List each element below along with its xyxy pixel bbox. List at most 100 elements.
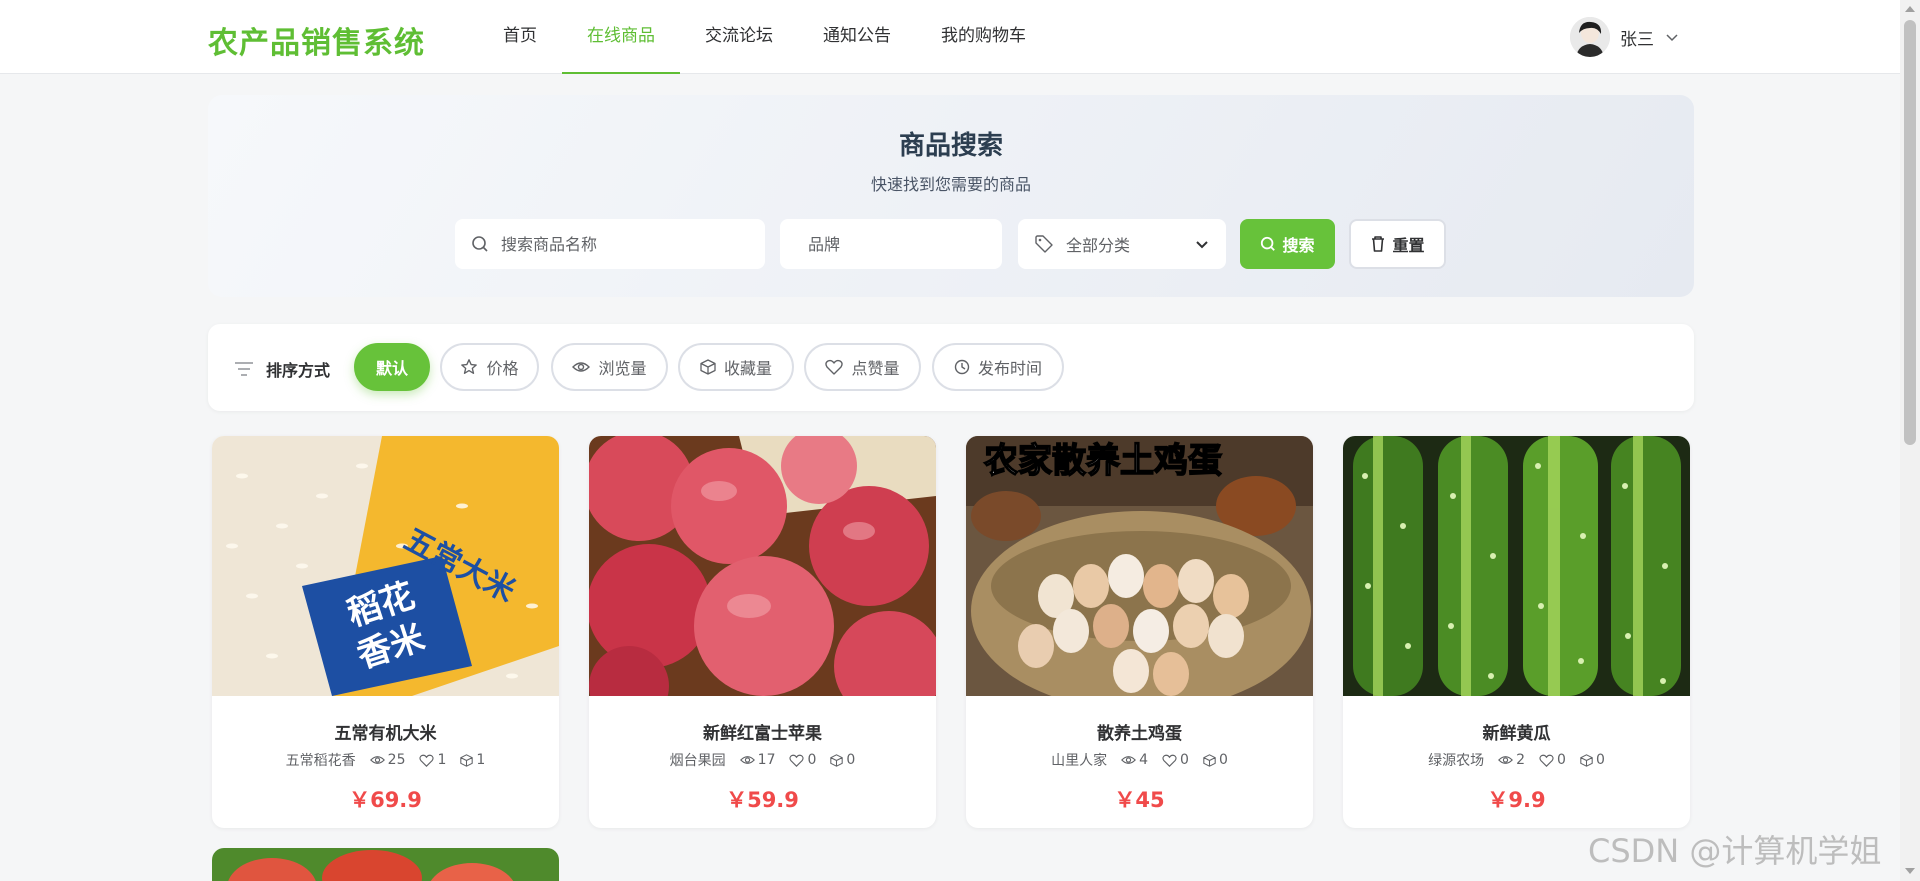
nav-forum[interactable]: 交流论坛 — [680, 0, 798, 74]
search-panel: 商品搜索 快速找到您需要的商品 全部分类 搜索 重置 — [208, 95, 1694, 297]
product-name[interactable]: 新鲜红富士苹果 — [589, 719, 936, 744]
eye-icon — [1498, 756, 1514, 764]
sort-favorites-label: 收藏量 — [723, 359, 772, 378]
product-price: ￥45 — [1114, 788, 1165, 812]
eye-icon — [1121, 756, 1137, 764]
search-subtitle: 快速找到您需要的商品 — [870, 175, 1031, 194]
scroll-down-arrow-icon[interactable] — [1905, 868, 1915, 874]
heart-icon — [1539, 754, 1554, 767]
search-button-label: 搜索 — [1282, 236, 1315, 255]
favorite-count: 0 — [846, 752, 856, 768]
sort-views-chip[interactable]: 浏览量 — [551, 343, 668, 391]
product-name-input[interactable] — [501, 234, 701, 254]
like-count: 1 — [437, 752, 447, 768]
trash-icon — [1372, 236, 1385, 252]
box-icon — [1203, 753, 1216, 767]
scrollbar-thumb[interactable] — [1904, 20, 1916, 445]
box-icon — [460, 753, 474, 767]
product-image[interactable]: 农家散养土鸡蛋 — [966, 436, 1313, 696]
category-select[interactable]: 全部分类 — [1018, 219, 1226, 269]
product-name[interactable]: 散养土鸡蛋 — [966, 719, 1313, 744]
brand-input[interactable] — [808, 234, 1008, 254]
nav-products[interactable]: 在线商品 — [562, 0, 680, 74]
product-card-partial[interactable] — [212, 848, 559, 881]
page-scrollbar[interactable] — [1900, 0, 1920, 881]
search-button[interactable]: 搜索 — [1240, 219, 1335, 269]
product-image[interactable] — [1343, 436, 1690, 696]
product-meta: 山里人家 4 0 0 — [966, 750, 1313, 770]
sort-price-label: 价格 — [486, 359, 519, 378]
sort-bar: 排序方式 默认 价格 浏览量 收藏量 点赞量 发布时间 — [208, 324, 1694, 411]
product-brand: 绿源农场 — [1428, 753, 1485, 769]
favorite-count: 0 — [1595, 752, 1605, 768]
favorite-count: 0 — [1218, 752, 1228, 768]
product-meta: 绿源农场 2 0 0 — [1343, 750, 1690, 770]
product-name-field[interactable] — [455, 219, 765, 269]
search-title: 商品搜索 — [898, 131, 1003, 161]
product-card[interactable]: 新鲜黄瓜 绿源农场 2 0 0 ￥9.9 — [1343, 436, 1690, 828]
chevron-down-icon[interactable] — [1664, 29, 1680, 45]
product-card[interactable]: 新鲜红富士苹果 烟台果园 17 0 0 ￥59.9 — [589, 436, 936, 828]
product-image[interactable] — [589, 436, 936, 696]
product-brand: 五常稻花香 — [285, 753, 356, 769]
category-value: 全部分类 — [1066, 236, 1131, 255]
nav-home[interactable]: 首页 — [478, 0, 562, 74]
like-count: 0 — [1180, 752, 1189, 768]
view-count: 17 — [757, 752, 776, 768]
view-count: 25 — [387, 752, 406, 768]
reset-button[interactable]: 重置 — [1349, 219, 1446, 269]
eye-icon — [572, 362, 591, 372]
chevron-down-icon — [1196, 241, 1208, 249]
site-logo[interactable]: 农产品销售系统 — [208, 18, 425, 62]
product-card[interactable]: 五常大米 稻花 香米 五常有机大米 五常稻花香 25 1 1 ￥69.9 — [212, 436, 559, 828]
heart-icon — [419, 754, 435, 767]
avatar[interactable] — [1570, 17, 1610, 57]
nav-cart[interactable]: 我的购物车 — [916, 0, 1051, 74]
box-icon — [700, 359, 716, 375]
product-price: ￥69.9 — [349, 788, 422, 812]
user-menu[interactable]: 张三 — [1570, 17, 1680, 57]
tag-icon — [1035, 235, 1053, 253]
product-brand: 山里人家 — [1051, 753, 1108, 769]
product-price: ￥59.9 — [726, 788, 799, 812]
sort-likes-label: 点赞量 — [851, 359, 900, 378]
product-meta: 烟台果园 17 0 0 — [589, 750, 936, 770]
clock-icon — [954, 359, 970, 375]
sort-default-chip[interactable]: 默认 — [354, 343, 430, 391]
product-name[interactable]: 新鲜黄瓜 — [1343, 719, 1690, 744]
product-image[interactable]: 五常大米 稻花 香米 — [212, 436, 559, 696]
heart-icon — [1162, 754, 1177, 767]
nav-announcements[interactable]: 通知公告 — [798, 0, 916, 74]
sort-time-chip[interactable]: 发布时间 — [932, 343, 1064, 391]
heart-icon — [789, 754, 805, 767]
filter-icon — [235, 362, 253, 376]
star-icon — [461, 359, 478, 374]
product-card[interactable]: 农家散养土鸡蛋 散养土鸡蛋 山里人家 4 0 0 ￥45 — [966, 436, 1313, 828]
like-count: 0 — [1557, 752, 1566, 768]
user-name[interactable]: 张三 — [1620, 25, 1654, 50]
sort-favorites-chip[interactable]: 收藏量 — [678, 343, 794, 391]
product-brand: 烟台果园 — [669, 753, 726, 769]
search-icon — [472, 236, 488, 252]
egg-image-label: 农家散养土鸡蛋 — [984, 441, 1222, 481]
sort-views-label: 浏览量 — [598, 359, 647, 378]
main-nav: 首页 在线商品 交流论坛 通知公告 我的购物车 — [478, 0, 1051, 74]
brand-field[interactable] — [780, 219, 1008, 269]
favorite-count: 1 — [476, 752, 486, 768]
sort-time-label: 发布时间 — [977, 359, 1042, 378]
watermark: CSDN @计算机学姐 — [1588, 832, 1882, 870]
sort-label: 排序方式 — [234, 357, 330, 381]
scroll-up-arrow-icon[interactable] — [1905, 6, 1915, 12]
sort-likes-chip[interactable]: 点赞量 — [804, 343, 921, 391]
product-name[interactable]: 五常有机大米 — [212, 719, 559, 744]
view-count: 4 — [1139, 752, 1149, 768]
sort-price-chip[interactable]: 价格 — [440, 343, 539, 391]
product-price: ￥9.9 — [1487, 788, 1546, 812]
sort-label-text: 排序方式 — [266, 361, 331, 380]
eye-icon — [369, 756, 385, 764]
box-icon — [830, 753, 844, 767]
view-count: 2 — [1516, 752, 1526, 768]
product-meta: 五常稻花香 25 1 1 — [212, 750, 559, 770]
reset-button-label: 重置 — [1392, 236, 1425, 255]
top-header: 农产品销售系统 首页 在线商品 交流论坛 通知公告 我的购物车 张三 — [0, 0, 1900, 74]
